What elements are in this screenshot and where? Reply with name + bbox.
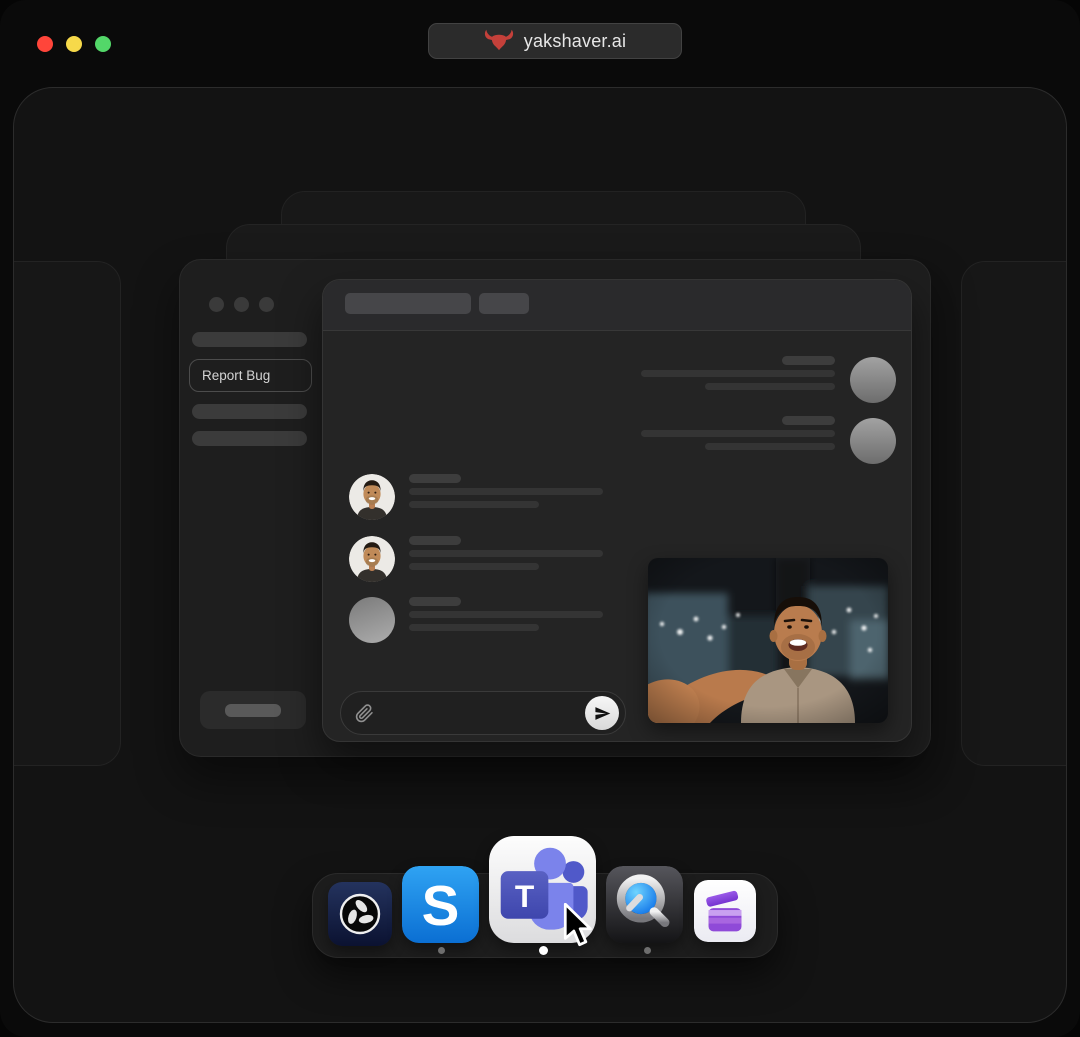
- quicktime-icon: [606, 866, 683, 943]
- avatar: [850, 357, 896, 403]
- sidebar-bottom-skeleton-button[interactable]: [200, 691, 306, 729]
- skeleton-line: [192, 332, 307, 347]
- close-button[interactable]: [37, 36, 53, 52]
- chat-header: [323, 280, 911, 331]
- skeleton-line: [641, 370, 835, 377]
- skeleton-line: [409, 474, 461, 483]
- running-indicator: [438, 947, 445, 954]
- skeleton-line: [409, 597, 461, 606]
- snagit-icon: S: [402, 866, 479, 943]
- avatar: [349, 474, 395, 520]
- window-dot: [259, 297, 274, 312]
- skeleton-line: [192, 404, 307, 419]
- minimize-button[interactable]: [66, 36, 82, 52]
- skeleton-line: [782, 416, 835, 425]
- window-dot: [234, 297, 249, 312]
- obs-icon: [328, 882, 392, 946]
- window-dots: [209, 297, 274, 312]
- send-button[interactable]: [585, 696, 619, 730]
- dock-item-obs-studio[interactable]: [328, 882, 392, 946]
- dock-item-quicktime-player[interactable]: [606, 866, 683, 943]
- traffic-lights: [37, 36, 111, 52]
- svg-text:S: S: [422, 874, 460, 937]
- skeleton-line: [409, 563, 539, 570]
- avatar: [349, 597, 395, 643]
- mouse-cursor-arrow: [561, 903, 597, 951]
- dock-item-snagit[interactable]: S: [402, 866, 479, 943]
- avatar: [850, 418, 896, 464]
- screenshot-stage: yakshaver.ai Report Bug: [0, 0, 1080, 1037]
- window-dot: [209, 297, 224, 312]
- background-card-right: [961, 261, 1067, 766]
- skeleton-line: [409, 624, 539, 631]
- running-indicator-active: [539, 946, 548, 955]
- titlebar-title: yakshaver.ai: [524, 31, 626, 52]
- clipchamp-icon: [694, 880, 756, 942]
- zoom-button[interactable]: [95, 36, 111, 52]
- report-bug-label: Report Bug: [202, 368, 270, 383]
- skeleton-line: [705, 383, 835, 390]
- send-icon: [594, 705, 611, 722]
- dock-item-clipchamp[interactable]: [694, 880, 756, 942]
- skeleton-line: [409, 550, 603, 557]
- skeleton-line: [192, 431, 307, 446]
- yak-logo-icon: [484, 29, 514, 53]
- titlebar-url-chip: yakshaver.ai: [428, 23, 682, 59]
- skeleton-line: [345, 293, 471, 314]
- skeleton-line: [409, 611, 603, 618]
- avatar: [349, 536, 395, 582]
- skeleton-line: [782, 356, 835, 365]
- skeleton-line: [409, 501, 539, 508]
- skeleton-line: [409, 488, 603, 495]
- message-input[interactable]: [340, 691, 626, 735]
- skeleton-line: [641, 430, 835, 437]
- sidebar-window: Report Bug: [179, 259, 931, 757]
- video-call-thumbnail: [648, 558, 888, 723]
- skeleton-line: [705, 443, 835, 450]
- skeleton-line: [409, 536, 461, 545]
- chat-window: [322, 279, 912, 742]
- paperclip-icon[interactable]: [355, 704, 374, 723]
- report-bug-button[interactable]: Report Bug: [189, 359, 312, 392]
- background-card-left: [13, 261, 121, 766]
- running-indicator: [644, 947, 651, 954]
- svg-text:T: T: [515, 878, 535, 914]
- skeleton-line: [479, 293, 529, 314]
